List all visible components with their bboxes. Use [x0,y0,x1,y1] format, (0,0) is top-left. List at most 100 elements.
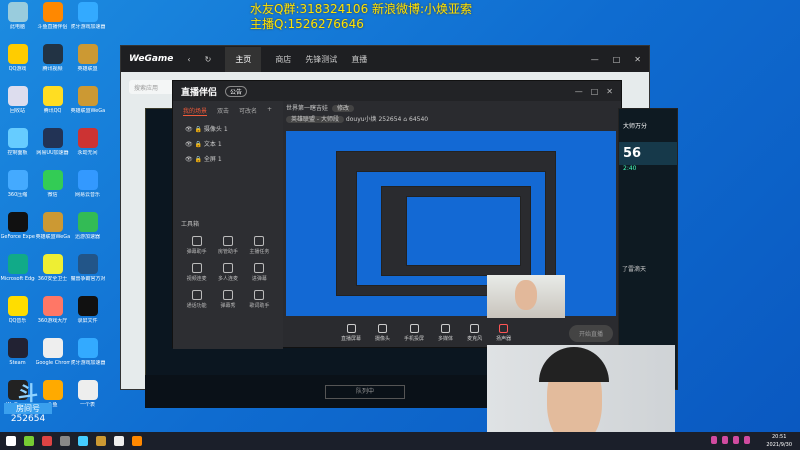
toolbar-icon [409,324,419,333]
tool-icon [222,263,233,273]
tool-item[interactable]: 房管助手 [212,236,243,255]
desktop-icon[interactable]: 微信 [35,170,70,212]
minimize-icon[interactable]: — [591,55,599,64]
taskbar-app-icon[interactable] [24,436,34,446]
app-icon [77,212,98,232]
app-icon [77,380,98,400]
taskbar-app-icon[interactable] [60,436,70,446]
toolbar-button[interactable]: 直播屏幕 [341,324,361,342]
add-scene-icon[interactable]: + [267,106,272,116]
tool-label: 歌词助手 [249,303,270,309]
desktop-icon[interactable]: 虎牙游戏加速器 [70,338,105,380]
toolbar-button[interactable]: 扬声器 [496,324,511,342]
desktop-icon[interactable]: QQ音乐 [0,296,35,338]
tool-item[interactable]: 多人连麦 [212,263,243,282]
desktop-icon[interactable]: 腾讯QQ [35,86,70,128]
desktop-icon-label: 360压缩 [7,192,28,198]
desktop-icon[interactable]: 一个表 [70,380,105,422]
desktop-icon[interactable]: Microsoft Edge [0,254,35,296]
chrome-icon[interactable] [42,436,52,446]
desktop-icon-label: 录屏文件 [77,318,98,324]
minimize-icon[interactable]: — [575,87,583,96]
desktop-icons: 此电脑 斗鱼直播伴侣 虎牙游戏加速器 QQ游戏 腾讯视频 英雄联盟 回收站 腾讯QQ 英雄联盟W… [0,2,105,422]
stream-overlay-text: 水友Q群:318324106 新浪微博:小焕亚索 主播Q:1526276646 [250,2,472,32]
tool-item[interactable]: 视频连麦 [181,263,212,282]
app-icon [7,170,28,190]
tool-item[interactable]: 主播任务 [244,236,275,255]
desktop-icon-label: 腾讯QQ [43,108,62,114]
app-icon [42,296,63,316]
desktop-icon[interactable]: 360安全卫士 [35,254,70,296]
source-item[interactable]: 👁 🔒 全屏 1 [173,151,283,166]
taskbar-app-icon[interactable] [114,436,124,446]
maximize-icon[interactable]: □ [613,55,621,64]
desktop-icon[interactable]: 网易UU加速器 [35,128,70,170]
category[interactable]: 英雄联盟 - 大师段 [286,116,344,123]
toolbar-icon [499,324,509,333]
source-item[interactable]: 👁 🔒 摄像头 1 [173,121,283,136]
desktop-icon[interactable]: 虎牙游戏加速器 [70,2,105,44]
maximize-icon[interactable]: □ [591,87,599,96]
app-icon [7,86,28,106]
desktop-icon[interactable]: Google Chrome [35,338,70,380]
toolbar-button[interactable]: 摄像头 [375,324,390,342]
tool-item[interactable]: 弹幕秀 [212,290,243,309]
scene-tab-3[interactable]: 可改名 [239,106,257,116]
desktop-icon[interactable]: 回收站 [0,86,35,128]
toolbar-button[interactable]: 多媒体 [438,324,453,342]
desktop-icon[interactable]: 永劫无间 [70,128,105,170]
app-icon [77,86,98,106]
douyu-logo: 斗 [18,381,38,405]
scene-tab-2[interactable]: 双击 [217,106,229,116]
notice-badge[interactable]: 公告 [225,85,248,97]
tool-label: 进弹幕 [251,276,267,282]
toolbar-button[interactable]: 麦克风 [467,324,482,342]
stream-preview [286,131,616,316]
desktop-icon[interactable]: 此电脑 [0,2,35,44]
desktop-icon[interactable]: 网易云音乐 [70,170,105,212]
desktop-icon[interactable]: Steam [0,338,35,380]
tool-item[interactable]: 通话功能 [181,290,212,309]
tool-item[interactable]: 弹幕助手 [181,236,212,255]
desktop-icon[interactable]: 录屏文件 [70,296,105,338]
back-icon[interactable]: ‹ [187,55,190,64]
lol-icon[interactable] [96,436,106,446]
desktop-icon[interactable]: GeForce Experience [0,212,35,254]
taskbar-app-icon[interactable] [78,436,88,446]
desktop-icon-label: QQ音乐 [8,318,27,324]
tool-label: 通话功能 [186,303,207,309]
close-icon[interactable]: ✕ [634,55,641,64]
system-tray[interactable] [711,436,750,444]
start-icon[interactable] [6,436,16,446]
refresh-icon[interactable]: ↻ [205,55,212,64]
desktop-icon-label: 永劫无间 [77,150,98,156]
tool-item[interactable]: 歌词助手 [244,290,275,309]
source-item[interactable]: 👁 🔒 文本 1 [173,136,283,151]
desktop-icon[interactable]: 魔兽争霸官方对战平台 [70,254,105,296]
toolbar-button[interactable]: 手机投屏 [404,324,424,342]
app-icon [77,44,98,64]
start-live-button[interactable]: 开始直播 [568,324,613,342]
desktop-icon[interactable]: 控制面板 [0,128,35,170]
desktop-icon[interactable]: 360游戏大厅 [35,296,70,338]
tool-item[interactable]: 进弹幕 [244,263,275,282]
desktop-icon[interactable]: QQ游戏 [0,44,35,86]
tab-live[interactable]: 直播 [351,54,367,65]
desktop-icon[interactable]: 迅游加速器 [70,212,105,254]
scene-tab-1[interactable]: 我的场景 [183,106,208,116]
desktop-icon[interactable]: 360压缩 [0,170,35,212]
douyu-icon[interactable] [132,436,142,446]
desktop-icon[interactable]: 斗鱼直播伴侣 [35,2,70,44]
tab-test[interactable]: 先锋测试 [305,54,337,65]
desktop-icon-label: 腾讯视频 [42,66,63,72]
desktop-icon[interactable]: 英雄联盟WeGame版 [70,86,105,128]
app-icon [7,2,28,22]
edit-button[interactable]: 修改 [332,105,355,112]
tab-store[interactable]: 商店 [275,54,291,65]
desktop-icon[interactable]: 英雄联盟WeGame版 [35,212,70,254]
close-icon[interactable]: ✕ [606,87,613,96]
queue-button[interactable]: 队列中 [325,385,405,399]
desktop-icon[interactable]: 英雄联盟 [70,44,105,86]
tab-home[interactable]: 主页 [225,46,262,72]
desktop-icon[interactable]: 腾讯视频 [35,44,70,86]
